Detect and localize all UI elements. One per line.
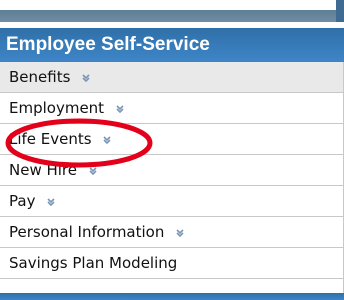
highlight-ellipse — [5, 118, 153, 168]
ess-menu-screenshot: Employee Self-Service Benefits Employmen… — [0, 0, 344, 300]
top-strip-bar — [0, 10, 344, 22]
top-window-strip — [0, 0, 344, 22]
double-chevron-down-icon — [116, 104, 124, 113]
double-chevron-down-icon — [176, 228, 184, 237]
double-chevron-down-icon — [82, 73, 90, 82]
menu-item-label: Personal Information — [9, 223, 185, 241]
menu-item-benefits[interactable]: Benefits — [0, 62, 344, 93]
menu-item-label: Employment — [9, 99, 125, 117]
menu-list: Benefits Employment Life Events New Hire… — [0, 62, 344, 279]
menu-item-pay[interactable]: Pay — [0, 186, 344, 217]
double-chevron-down-icon — [47, 197, 55, 206]
menu-item-savings-plan-modeling[interactable]: Savings Plan Modeling — [0, 248, 344, 279]
menu-item-label: Pay — [9, 192, 56, 210]
menu-header: Employee Self-Service — [0, 28, 344, 64]
menu-item-personal-information[interactable]: Personal Information — [0, 217, 344, 248]
top-strip-corner — [336, 0, 344, 22]
menu-item-label: Benefits — [9, 68, 91, 86]
menu-item-label: Savings Plan Modeling — [9, 254, 178, 272]
bottom-strip — [0, 293, 344, 300]
menu-title: Employee Self-Service — [6, 34, 210, 55]
